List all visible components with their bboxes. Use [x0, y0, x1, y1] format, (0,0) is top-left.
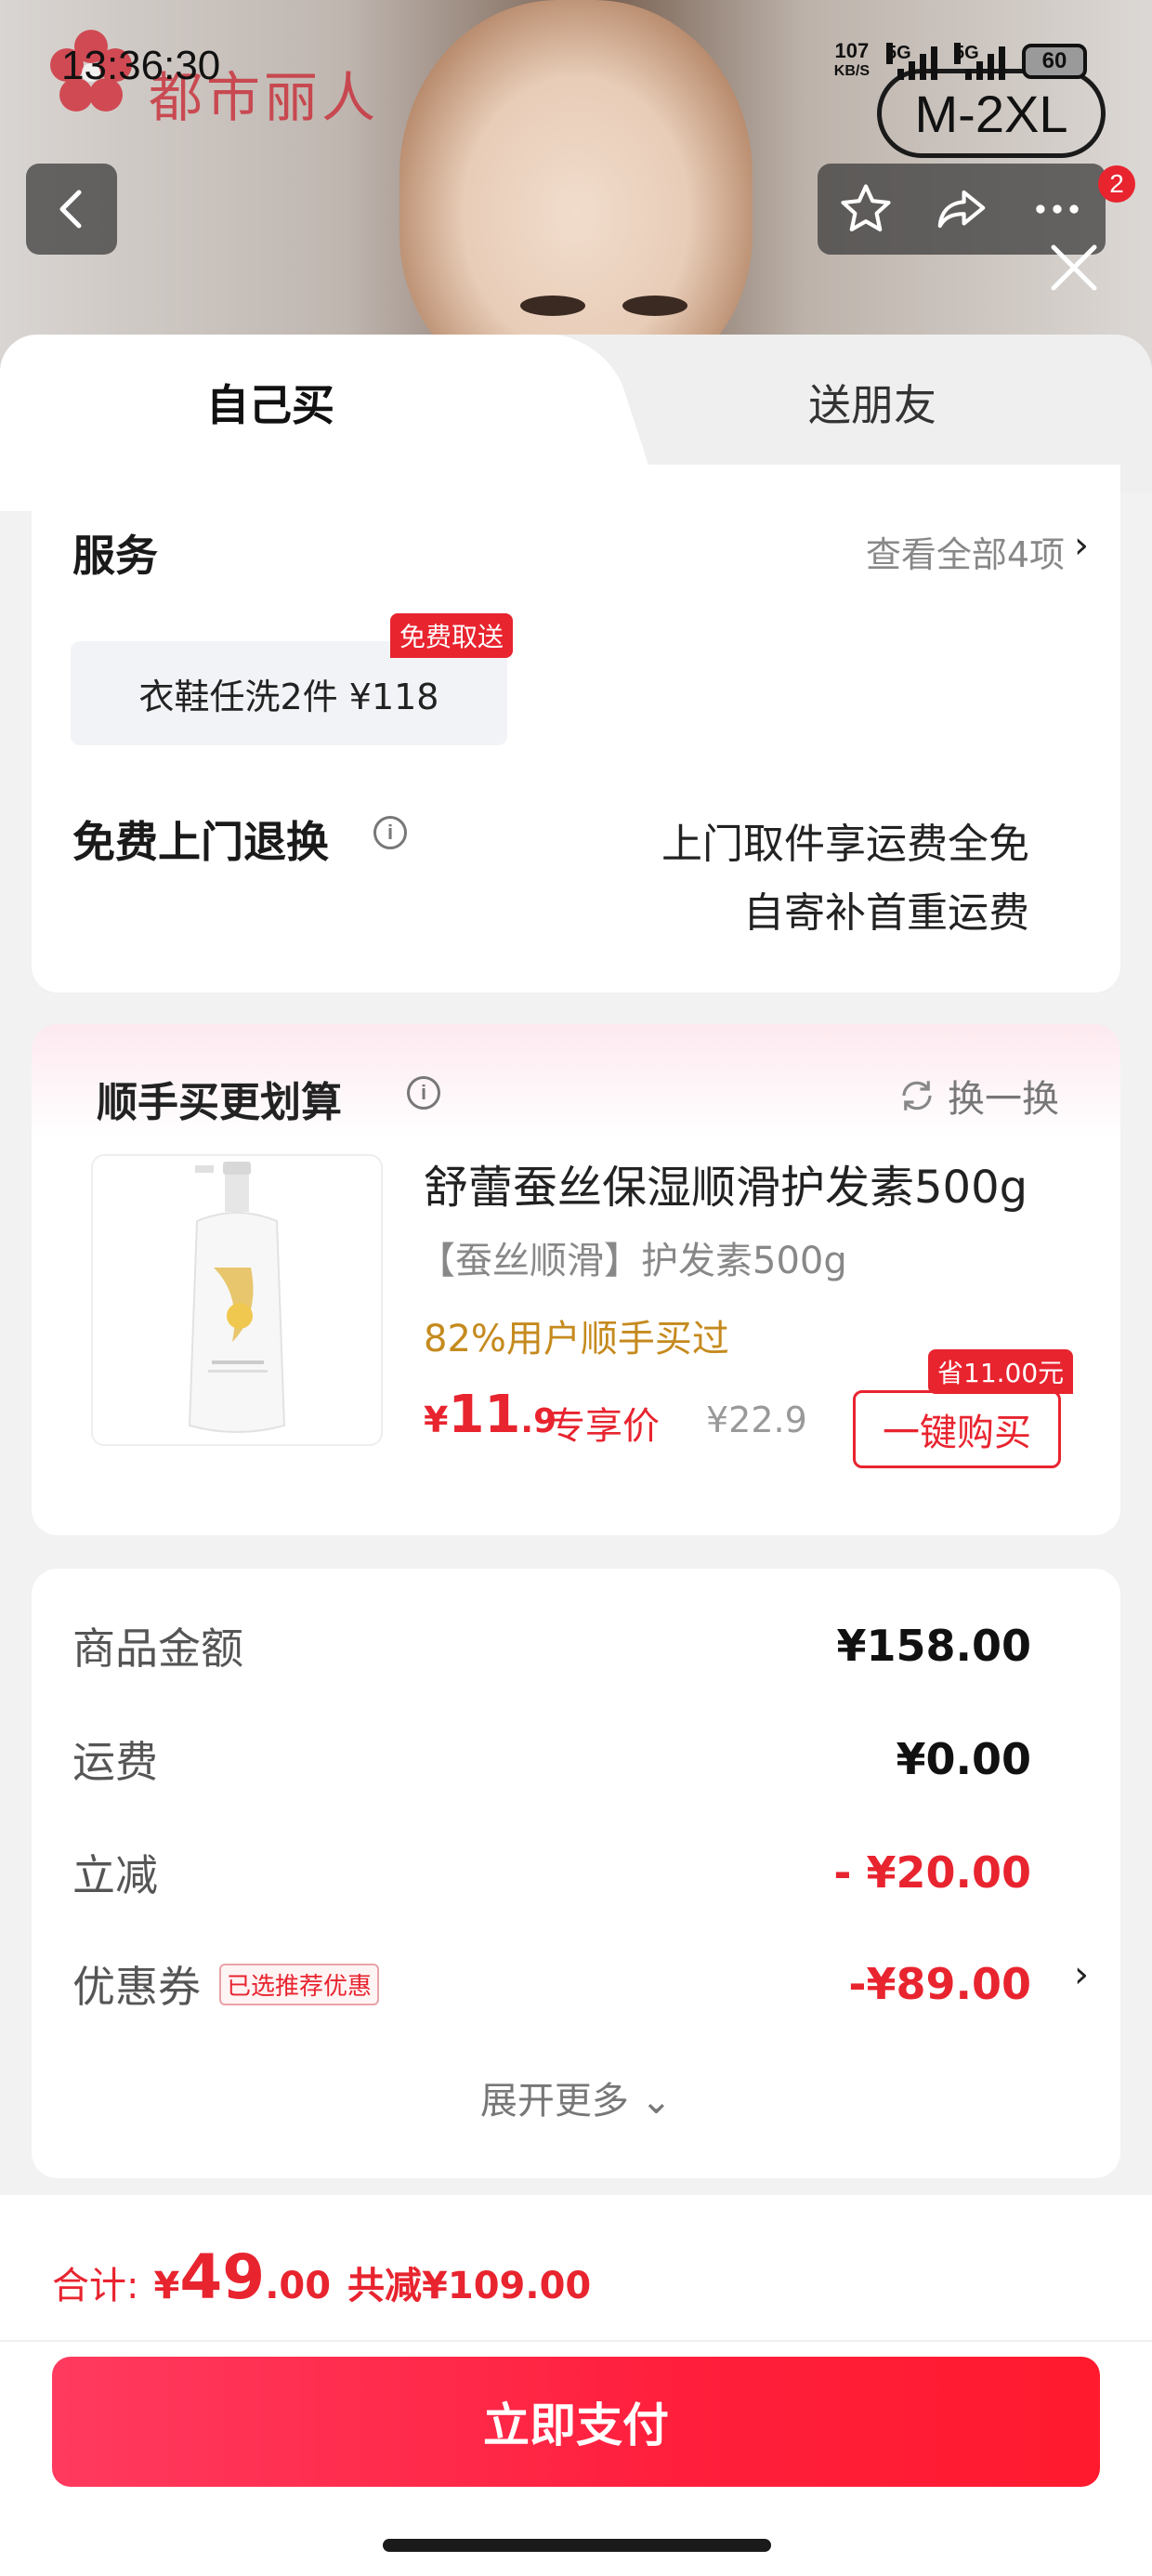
- info-icon[interactable]: i: [373, 816, 407, 849]
- tab-buy-for-self[interactable]: 自己买: [206, 372, 334, 433]
- refresh-icon: [902, 1081, 932, 1111]
- product-thumbnail[interactable]: [91, 1154, 383, 1446]
- divider: [0, 2340, 1152, 2342]
- service-card: 服务 查看全部4项 › 衣鞋任洗2件 ¥118 免费取送 免费上门退换 i 上门…: [32, 465, 1120, 992]
- expand-more-button[interactable]: 展开更多 ⌄: [32, 2070, 1120, 2124]
- tab-gift-to-friend[interactable]: 送朋友: [808, 372, 936, 433]
- coupon-recommended-tag: 已选推荐优惠: [219, 1963, 380, 2005]
- view-all-services-link[interactable]: 查看全部4项: [866, 526, 1065, 577]
- signal-1-icon: 5G: [886, 43, 937, 80]
- model-eye-right: [622, 296, 687, 316]
- pay-now-button[interactable]: 立即支付: [52, 2357, 1100, 2487]
- exclusive-price: ¥ 11 .9: [424, 1385, 557, 1445]
- summary-row-goods-amount: 商品金额 ¥158.00: [72, 1621, 1031, 1674]
- summary-row-shipping: 运费 ¥0.00: [72, 1734, 1031, 1787]
- status-time: 13:36:30: [61, 43, 221, 88]
- product-spec: 【蚕丝顺滑】护发素500g: [418, 1240, 847, 1282]
- original-price: ¥22.9: [706, 1400, 807, 1440]
- exclusive-price-label: 专享价: [548, 1405, 660, 1448]
- return-pickup-note: 上门取件享运费全免: [661, 821, 1029, 868]
- notification-badge: 2: [1098, 165, 1135, 203]
- home-indicator[interactable]: [383, 2539, 771, 2552]
- free-return-title: 免费上门退换: [72, 817, 329, 867]
- info-icon[interactable]: i: [407, 1076, 440, 1110]
- model-photo: [399, 0, 753, 390]
- one-click-buy-button[interactable]: 一键购买: [853, 1390, 1061, 1468]
- total-savings: 共减¥109.00: [347, 2265, 592, 2307]
- network-speed: 107 KB/S: [833, 39, 870, 80]
- order-summary-card: 商品金额 ¥158.00 运费 ¥0.00 立减 - ¥20.00 优惠券 已选…: [32, 1569, 1120, 2178]
- product-name[interactable]: 舒蕾蚕丝保湿顺滑护发素500g: [424, 1150, 1028, 1216]
- free-pickup-badge: 免费取送: [390, 613, 514, 658]
- service-title: 服务: [72, 531, 158, 581]
- swap-recommendation-button[interactable]: 换一换: [897, 1069, 1059, 1123]
- back-button[interactable]: [26, 164, 117, 255]
- model-eye-left: [520, 296, 585, 316]
- size-range-label: M-2XL: [877, 69, 1106, 158]
- summary-row-instant-discount: 立减 - ¥20.00: [72, 1847, 1031, 1900]
- favorite-star-icon[interactable]: [837, 180, 895, 238]
- chevron-left-icon: [59, 190, 82, 229]
- purchase-stat: 82%用户顺手买过: [424, 1318, 729, 1360]
- summary-row-coupon[interactable]: 优惠券 已选推荐优惠 -¥89.00: [72, 1953, 1031, 2015]
- add-on-title: 顺手买更划算: [97, 1079, 342, 1126]
- chevron-right-icon[interactable]: ›: [1074, 524, 1089, 567]
- checkout-footer: 合计: ¥ 49 .00 共减¥109.00 立即支付: [0, 2195, 1152, 2576]
- chevron-down-icon: ⌄: [640, 2080, 673, 2123]
- status-icons: 107 KB/S 5G 5G 60: [834, 41, 1087, 82]
- signal-2-icon: 5G: [954, 43, 1005, 80]
- conditioner-bottle-image: [188, 1162, 286, 1433]
- savings-badge: 省11.00元: [928, 1349, 1074, 1394]
- more-dots-icon[interactable]: [1028, 180, 1086, 238]
- add-on-recommendation-card: 顺手买更划算 i 换一换 舒蕾蚕丝保湿顺滑护发素500g 【蚕丝顺滑】护发素50…: [32, 1024, 1120, 1535]
- battery-icon: 60: [1022, 44, 1087, 79]
- chevron-right-icon[interactable]: ›: [1074, 1953, 1089, 1996]
- order-total: 合计: ¥ 49 .00 共减¥109.00: [52, 2241, 592, 2313]
- share-icon[interactable]: [933, 180, 990, 238]
- close-icon[interactable]: [1046, 240, 1102, 296]
- return-self-ship-note: 自寄补首重运费: [743, 889, 1029, 937]
